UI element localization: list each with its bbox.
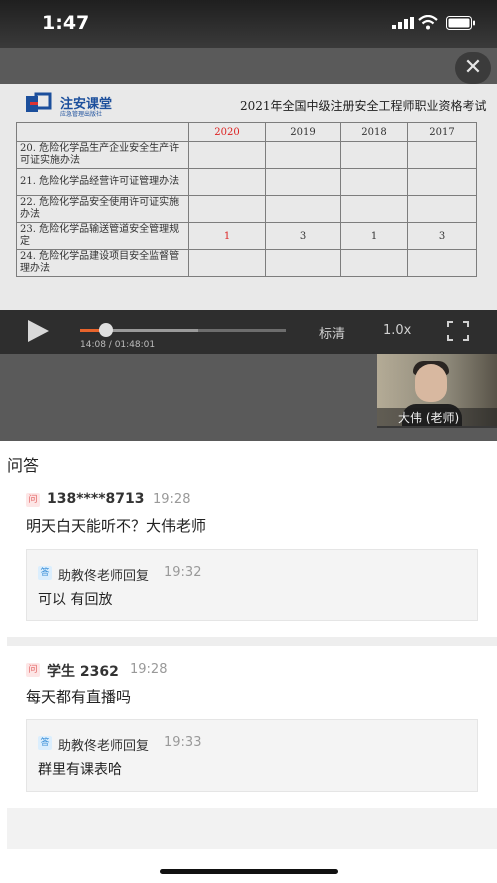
exam-frequency-table: 2020 2019 2018 2017 20. 危险化学品生产企业安全生产许可证…: [16, 122, 477, 277]
home-indicator: [160, 869, 338, 874]
status-time: 1:47: [42, 12, 90, 34]
table-cell: 24. 危险化学品建设项目安全监督管理办法: [16, 249, 189, 277]
answer-badge: 答: [38, 566, 52, 580]
question-time: 19:28: [153, 492, 191, 507]
reply-box: [26, 719, 478, 792]
table-cell: 3: [265, 222, 341, 250]
wifi-icon: [418, 15, 438, 30]
table-cell: [340, 168, 408, 196]
table-cell: [407, 195, 477, 223]
reply-text: 可以 有回放: [38, 592, 113, 608]
table-header: [16, 122, 189, 142]
close-video-button[interactable]: ✕: [455, 52, 491, 84]
question-badge: 问: [26, 663, 40, 677]
table-cell: 23. 危险化学品输送管道安全管理规定: [16, 222, 189, 250]
close-icon: ✕: [463, 55, 483, 80]
progress-thumb[interactable]: [99, 323, 113, 337]
table-cell: 1: [340, 222, 408, 250]
list-footer: [7, 808, 497, 849]
table-row: 20. 危险化学品生产企业安全生产许可证实施办法: [16, 141, 477, 169]
table-cell: [407, 168, 477, 196]
table-cell: [188, 141, 266, 169]
quality-button[interactable]: 标清: [319, 323, 345, 342]
logo-subtitle: 应急管理出版社: [60, 111, 103, 118]
question-time: 19:28: [130, 662, 168, 677]
table-cell: [340, 141, 408, 169]
teacher-name: 大伟 (老师): [398, 411, 460, 425]
reply-author: 助教佟老师回复: [58, 739, 150, 754]
reply-time: 19:33: [164, 735, 202, 750]
table-cell: 20. 危险化学品生产企业安全生产许可证实施办法: [16, 141, 189, 169]
teacher-camera-face: [415, 364, 447, 402]
table-cell: [188, 195, 266, 223]
speed-button[interactable]: 1.0x: [383, 323, 411, 338]
cellular-signal-icon: [392, 17, 414, 29]
table-cell: [407, 141, 477, 169]
fullscreen-icon[interactable]: [447, 321, 469, 341]
table-cell: 1: [188, 222, 266, 250]
table-header: 2018: [340, 122, 408, 142]
table-cell: [188, 168, 266, 196]
table-row: 23. 危险化学品输送管道安全管理规定 1 3 1 3: [16, 222, 477, 250]
table-header: 2020: [188, 122, 266, 142]
table-header-row: 2020 2019 2018 2017: [16, 122, 477, 142]
question-badge: 问: [26, 493, 40, 507]
table-cell: [265, 168, 341, 196]
question-user: 学生 2362: [47, 664, 119, 680]
question-text: 每天都有直播吗: [26, 688, 132, 706]
question-user: 138****8713: [47, 491, 145, 507]
table-row: 21. 危险化学品经营许可证管理办法: [16, 168, 477, 196]
reply-box: [26, 549, 478, 621]
publisher-logo-icon: [26, 92, 52, 112]
reply-time: 19:32: [164, 565, 202, 580]
answer-badge: 答: [38, 736, 52, 750]
table-cell: [265, 141, 341, 169]
table-cell: [265, 249, 341, 277]
table-cell: [340, 249, 408, 277]
table-header: 2017: [407, 122, 477, 142]
table-row: 24. 危险化学品建设项目安全监督管理办法: [16, 249, 477, 277]
table-cell: 3: [407, 222, 477, 250]
table-row: 22. 危险化学品安全使用许可证实施办法: [16, 195, 477, 223]
table-cell: [340, 195, 408, 223]
reply-author: 助教佟老师回复: [58, 569, 150, 584]
table-header: 2019: [265, 122, 341, 142]
table-cell: [407, 249, 477, 277]
divider: [7, 637, 497, 646]
reply-text: 群里有课表哈: [38, 762, 122, 778]
slide-title: 2021年全国中级注册安全工程师职业资格考试: [240, 99, 487, 113]
question-text: 明天白天能听不？大伟老师: [26, 517, 207, 535]
video-control-bar: [0, 310, 497, 354]
battery-icon: [446, 16, 475, 30]
qa-section-title: 问答: [7, 456, 40, 475]
table-cell: 22. 危险化学品安全使用许可证实施办法: [16, 195, 189, 223]
playback-time: 14:08 / 01:48:01: [80, 340, 156, 350]
table-cell: [188, 249, 266, 277]
table-cell: 21. 危险化学品经营许可证管理办法: [16, 168, 189, 196]
table-cell: [265, 195, 341, 223]
play-icon[interactable]: [28, 320, 49, 342]
